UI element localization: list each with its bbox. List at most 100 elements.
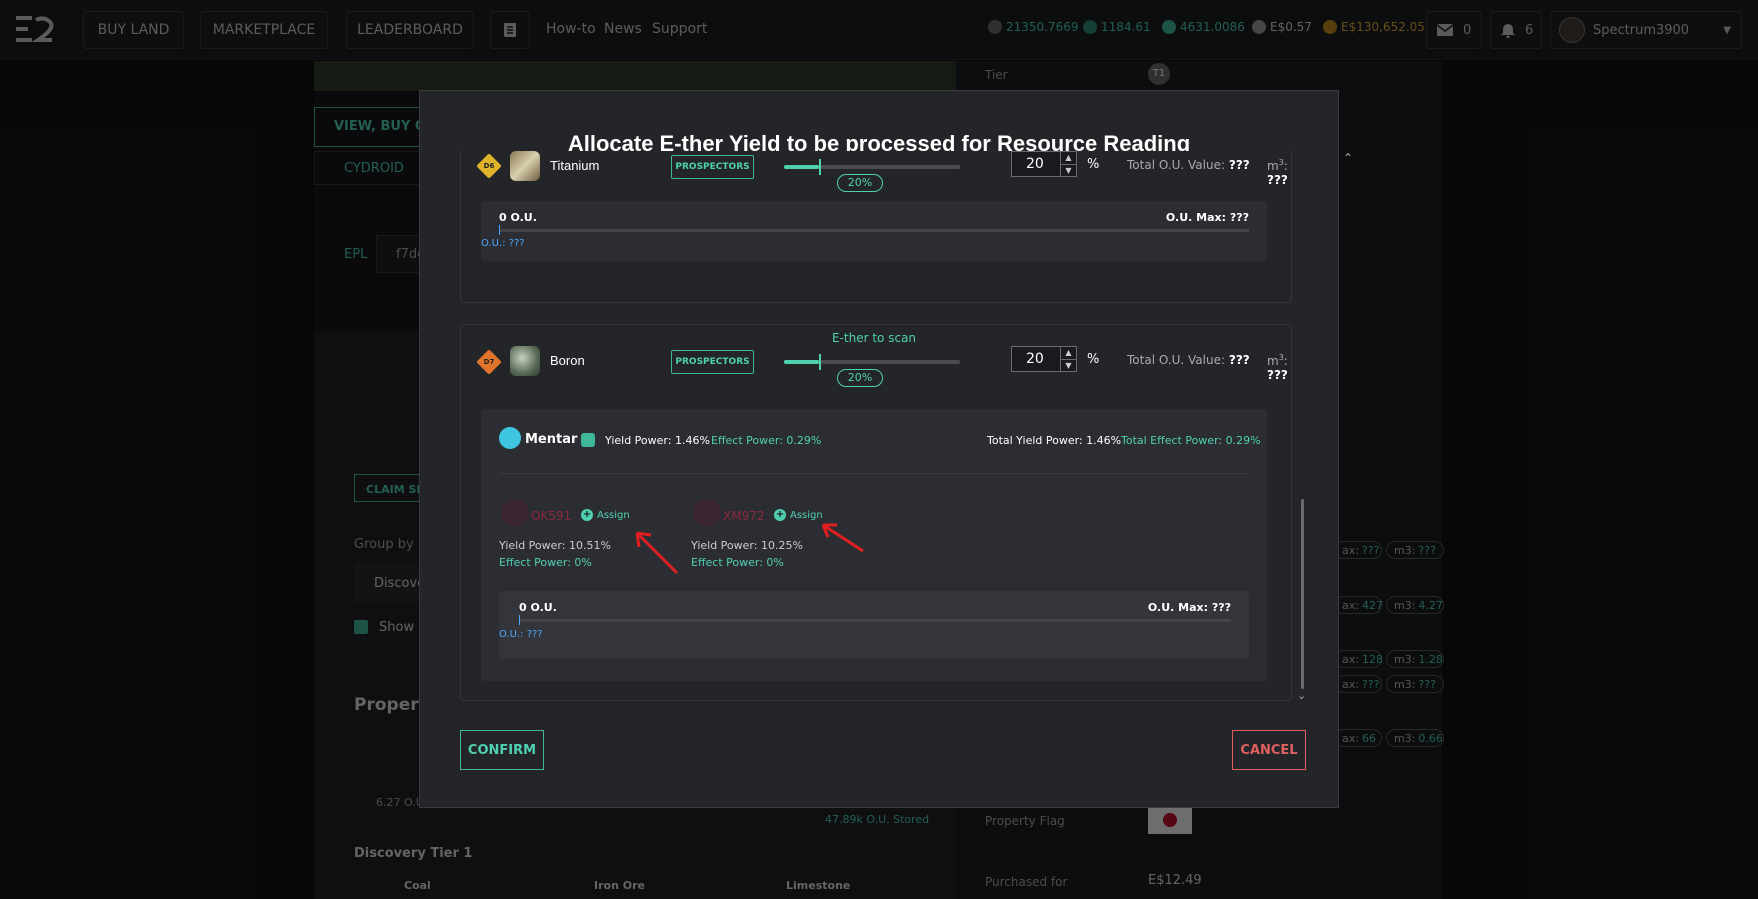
limestone-label: Limestone [786, 879, 851, 892]
ou-progress-bar [499, 229, 1249, 232]
ether-slider[interactable] [784, 159, 960, 175]
ou-progress-marker [499, 225, 500, 235]
chevron-down-icon: ▼ [1723, 24, 1731, 36]
assign-button[interactable]: + Assign [774, 509, 823, 521]
bell-icon [1501, 23, 1515, 38]
slider-fill [784, 165, 820, 169]
total-ou-value: Total O.U. Value: ??? [1127, 353, 1250, 367]
coal-label: Coal [404, 879, 431, 892]
cydroid-avatar [501, 499, 529, 527]
user-menu[interactable]: Spectrum3900 ▼ [1550, 11, 1742, 49]
ether-slider[interactable] [784, 354, 960, 370]
land-map-image [314, 61, 956, 91]
mail-icon [1437, 24, 1453, 36]
ou-progress-marker [519, 615, 520, 625]
tier-badge: T1 [1148, 63, 1170, 85]
ou-max-pill: ax: 128 [1334, 650, 1383, 668]
percent-input[interactable]: 20 ▲ ▼ [1011, 346, 1077, 372]
ou-max-pill: ax:??? [1334, 541, 1382, 559]
prospectors-button[interactable]: PROSPECTORS [671, 155, 754, 179]
percent-sign: % [1087, 352, 1100, 367]
ether-balance: 4631.0086 [1162, 20, 1245, 34]
assign-button[interactable]: + Assign [581, 509, 630, 521]
news-link[interactable]: News [604, 21, 642, 37]
decrement-button[interactable]: ▼ [1060, 359, 1076, 371]
cydroid-label: CYDROID [344, 161, 404, 176]
increment-button[interactable]: ▲ [1060, 347, 1076, 359]
notification-button[interactable]: 6 [1490, 11, 1542, 49]
cancel-button[interactable]: CANCEL [1232, 730, 1306, 770]
collapse-icon[interactable]: ⌃ [1343, 151, 1353, 165]
notification-count: 6 [1525, 22, 1534, 38]
property-flag-label: Property Flag [985, 814, 1065, 828]
purchased-value: E$12.49 [1148, 873, 1202, 888]
ou-progress-panel: 0 O.U. O.U. Max: ??? O.U.: ??? [499, 591, 1249, 659]
mail-button[interactable]: 0 [1426, 11, 1482, 49]
tier-label: Tier [985, 68, 1008, 82]
modal-scrollbar[interactable] [1301, 499, 1304, 689]
cydroid-id: XM972 [723, 509, 765, 523]
yield-icon [581, 433, 595, 447]
m3-pill: m3:??? [1386, 541, 1444, 559]
purchased-label: Purchased for [985, 875, 1068, 889]
m3-pill: m3: 1.28 [1386, 650, 1444, 668]
coin-balance: E$130,652.05 [1323, 20, 1425, 34]
percent-bubble: 20% [837, 369, 883, 387]
show-checkbox[interactable] [354, 620, 368, 634]
ou-max: O.U. Max: ??? [1165, 211, 1249, 224]
stored-label: 47.89k O.U. Stored [825, 813, 930, 826]
support-link[interactable]: Support [652, 21, 707, 37]
username: Spectrum3900 [1593, 22, 1690, 38]
slider-fill [784, 360, 820, 364]
allocate-yield-modal: Allocate E-ther Yield to be processed fo… [419, 90, 1353, 808]
divider [499, 473, 1249, 474]
mentar-effect-power: Effect Power: 0.29% [711, 434, 822, 447]
cydroid-effect-power: Effect Power: 0% [691, 556, 784, 569]
ou-small: 6.27 O.U [376, 796, 424, 809]
cydroid-yield-power: Yield Power: 10.25% [691, 539, 803, 552]
increment-button[interactable]: ▲ [1060, 152, 1076, 164]
tier-badge: D7 [476, 349, 502, 375]
iron-ore-label: Iron Ore [594, 879, 645, 892]
percent-input[interactable]: 20 ▲ ▼ [1011, 151, 1077, 177]
m3-pill: m3:??? [1386, 675, 1444, 693]
ou-current: O.U.: ??? [499, 629, 543, 640]
mentar-name: Mentar [525, 432, 578, 447]
leaderboard-button[interactable]: LEADERBOARD [346, 11, 474, 49]
dollar-icon [1252, 20, 1266, 34]
mentar-icon [499, 427, 521, 449]
m3-value: m3: ??? [1267, 353, 1288, 382]
ou-max-pill: ax: 66 [1334, 729, 1382, 747]
plus-icon: + [774, 509, 786, 521]
t2-token-icon [1083, 20, 1097, 34]
howto-link[interactable]: How-to [546, 21, 596, 37]
confirm-button[interactable]: CONFIRM [460, 730, 544, 770]
ou-max-pill: ax:??? [1334, 675, 1382, 693]
document-button[interactable] [490, 11, 530, 49]
ou-current: O.U.: ??? [481, 238, 525, 249]
decrement-button[interactable]: ▼ [1060, 164, 1076, 176]
e2-logo-icon[interactable] [14, 14, 54, 44]
marketplace-button[interactable]: MARKETPLACE [200, 11, 328, 49]
slider-thumb[interactable] [819, 159, 822, 175]
buy-land-button[interactable]: BUY LAND [83, 11, 184, 49]
avatar [1559, 17, 1585, 43]
ou-progress-panel: 0 O.U. O.U. Max: ??? O.U.: ??? [481, 201, 1267, 261]
resource-card-titanium: D6 Titanium PROSPECTORS 20% 20 ▲ ▼ % Tot… [460, 151, 1353, 303]
total-ou-value: Total O.U. Value: ??? [1127, 158, 1250, 172]
ou-max-pill: ax: 427 [1334, 596, 1383, 614]
ou-start: 0 O.U. [499, 211, 537, 224]
boron-mineral-icon [510, 346, 540, 376]
epl-label: EPL [344, 247, 368, 262]
prospectors-button[interactable]: PROSPECTORS [671, 350, 754, 374]
cydroid-yield-power: Yield Power: 10.51% [499, 539, 611, 552]
tier-badge: D6 [476, 153, 502, 179]
coin-icon [1323, 20, 1337, 34]
t2-balance: 1184.61 [1083, 20, 1151, 34]
ou-max: O.U. Max: ??? [1147, 601, 1231, 614]
percent-bubble: 20% [837, 174, 883, 192]
slider-thumb[interactable] [819, 354, 822, 370]
scroll-down-icon[interactable]: ⌄ [1297, 689, 1306, 702]
resource-name: Boron [550, 353, 585, 368]
percent-sign: % [1087, 157, 1100, 172]
